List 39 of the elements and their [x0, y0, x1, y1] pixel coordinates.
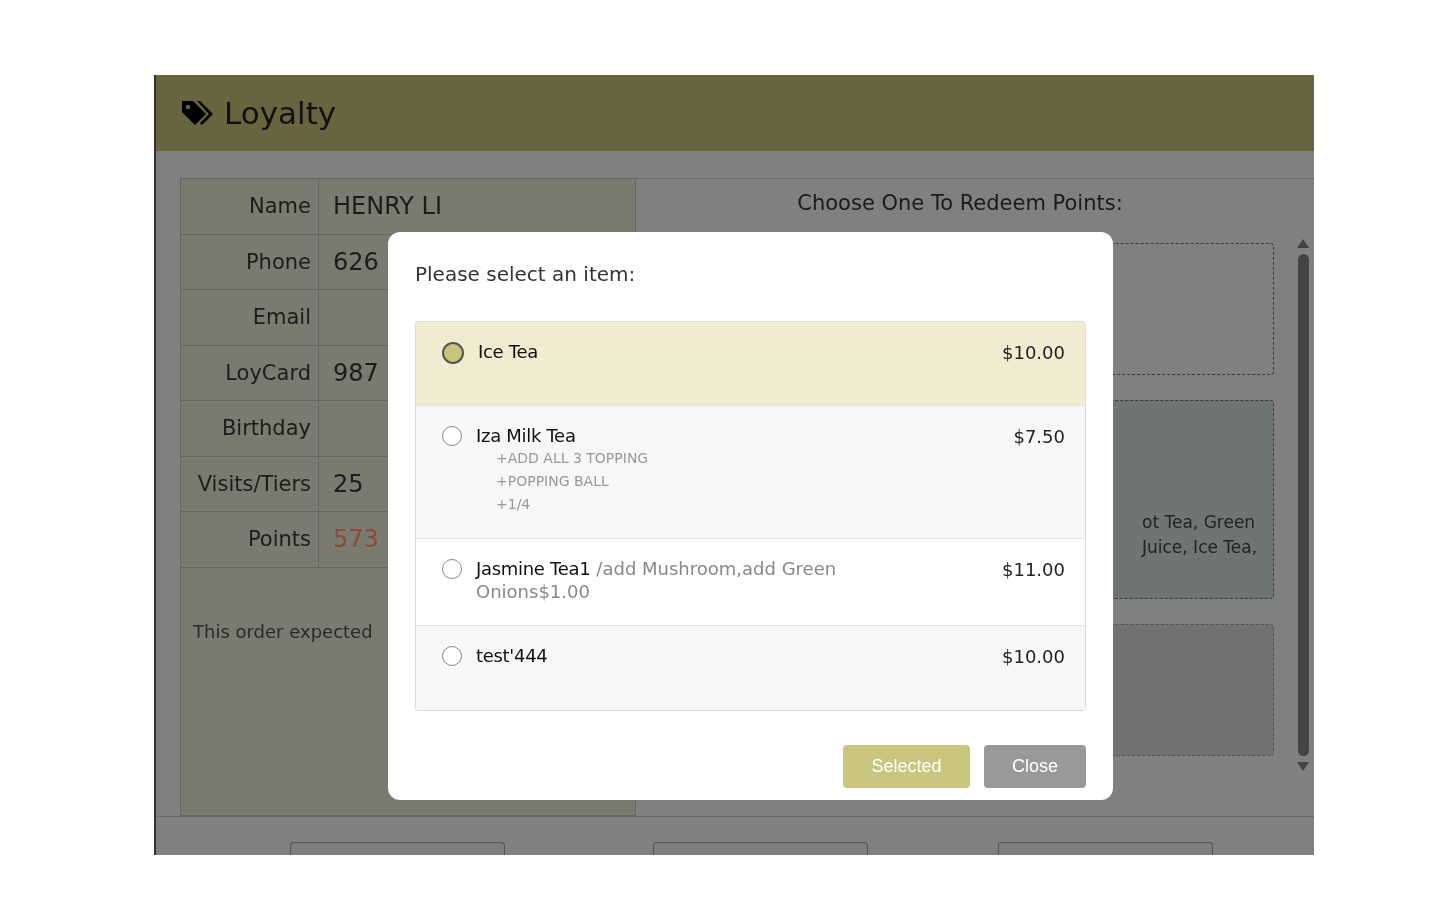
item-price: $10.00: [1002, 645, 1065, 667]
order-note: This order expected: [193, 620, 374, 642]
field-value: HENRY LI: [332, 191, 443, 222]
redeem-title: Choose One To Redeem Points:: [796, 190, 1124, 215]
reward-text: ot Tea, Green: [1142, 511, 1257, 534]
item-option-text: +ADD ALL 3 TOPPING: [495, 449, 650, 468]
radio-button[interactable]: [442, 426, 462, 446]
radio-button[interactable]: [442, 559, 462, 579]
item-price: $10.00: [1002, 341, 1065, 363]
radio-button[interactable]: [442, 646, 462, 666]
item-name: Ice Tea: [478, 340, 539, 363]
field-label: Phone: [181, 234, 319, 289]
radio-button[interactable]: [442, 342, 464, 364]
tags-icon: [180, 98, 216, 128]
field-value: 626: [332, 246, 379, 278]
page-title: Loyalty: [224, 95, 337, 131]
field-label: Birthday: [181, 401, 319, 456]
item-option-text: +1/4: [495, 495, 532, 514]
item-option[interactable]: Ice Tea $10.00: [416, 322, 1085, 406]
field-label: Name: [181, 179, 319, 234]
reward-text: Juice, Ice Tea,: [1142, 536, 1259, 559]
item-option[interactable]: Iza Milk Tea +ADD ALL 3 TOPPING +POPPING BALL +1/4 $7.50: [416, 406, 1085, 539]
field-value: 987: [332, 357, 379, 389]
item-name: Iza Milk Tea: [476, 424, 577, 447]
field-value: 25: [332, 468, 364, 500]
item-option-text: +POPPING BALL: [495, 472, 610, 491]
scrollbar[interactable]: [1297, 239, 1309, 771]
scroll-up-icon[interactable]: [1297, 239, 1309, 248]
item-option[interactable]: test'444 $10.00: [416, 626, 1085, 710]
field-label: Visits/Tiers: [181, 456, 319, 511]
item-name: test'444: [476, 644, 549, 667]
field-label: Email: [181, 290, 319, 345]
dialog-title: Please select an item:: [415, 261, 637, 288]
field-label: Points: [181, 512, 319, 567]
item-price: $11.00: [1002, 558, 1065, 580]
item-name: Jasmine Tea1 /add Mushroom,add Green Onions$1.00: [476, 557, 838, 603]
field-label: LoyCard: [181, 345, 319, 400]
item-price: $7.50: [1013, 425, 1065, 447]
scroll-down-icon[interactable]: [1297, 762, 1309, 771]
